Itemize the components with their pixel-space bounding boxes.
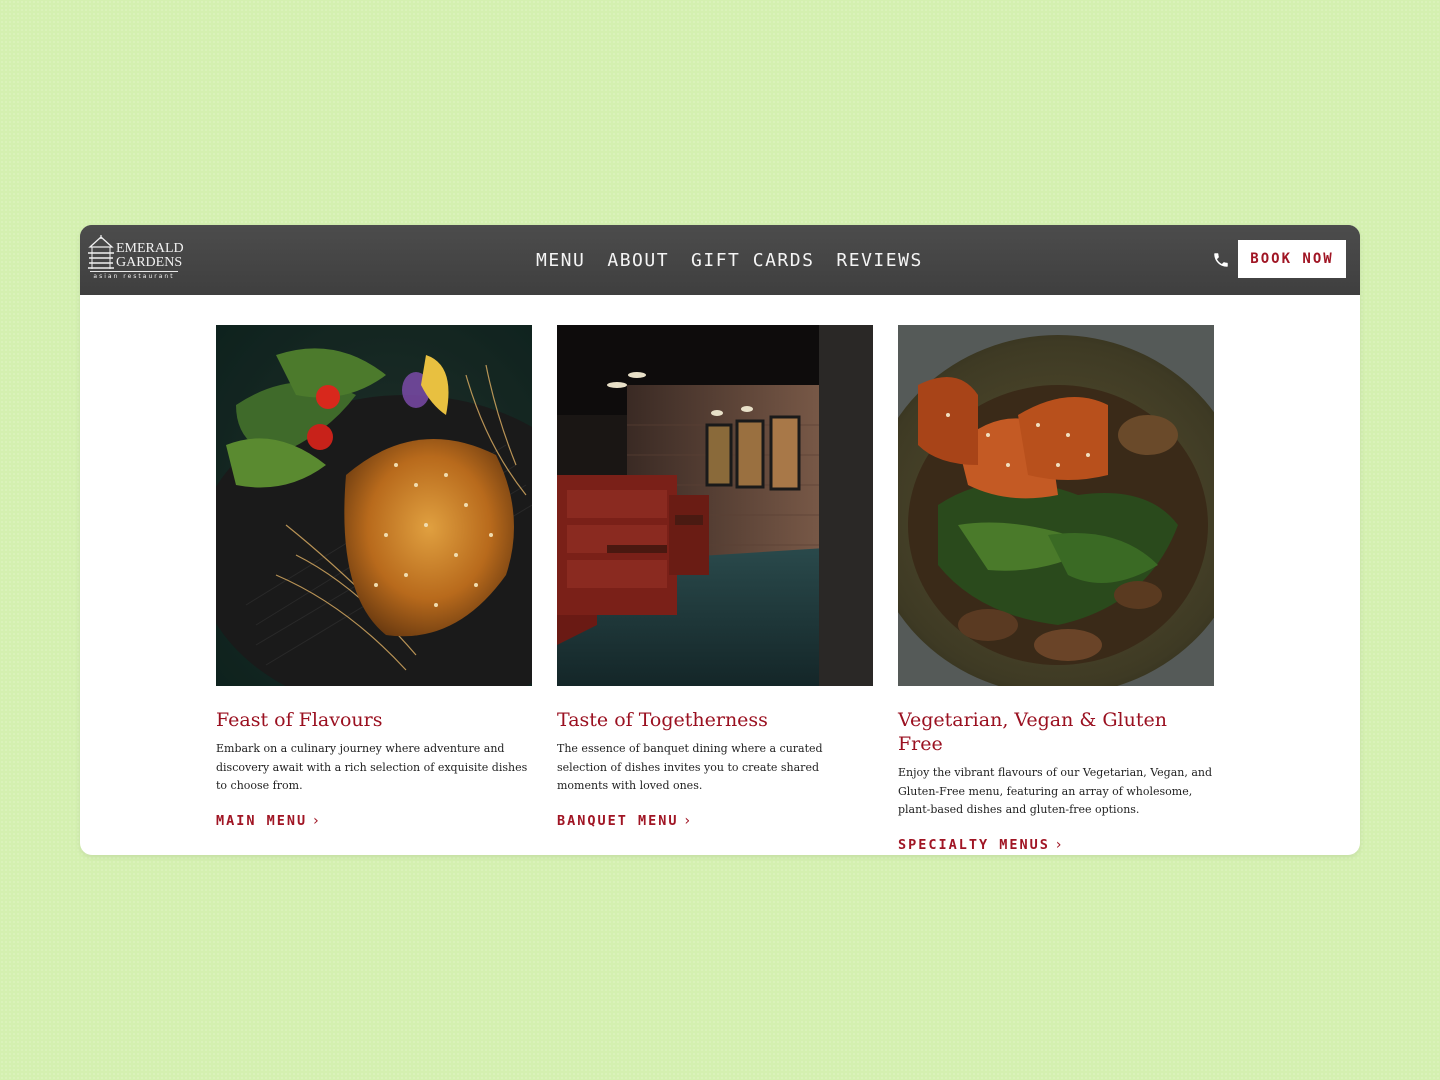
card-title: Taste of Togetherness (557, 709, 768, 731)
brand-name-line2: GARDENS (116, 255, 183, 270)
browser-window: EMERALD GARDENS asian restaurant MENU AB… (80, 225, 1360, 855)
card-image-togetherness[interactable] (557, 325, 873, 686)
food-photo (216, 325, 532, 686)
nav-reviews[interactable]: REVIEWS (836, 250, 922, 271)
pagoda-icon (88, 235, 114, 269)
book-now-button[interactable]: BOOK NOW (1238, 240, 1346, 278)
card-image-vegetarian[interactable] (898, 325, 1214, 686)
card-description: Enjoy the vibrant flavours of our Vegeta… (898, 766, 1213, 816)
top-navbar: EMERALD GARDENS asian restaurant MENU AB… (80, 225, 1360, 295)
card-title: Vegetarian, Vegan & Gluten Free (898, 709, 1167, 755)
chevron-right-icon: › (1055, 836, 1064, 853)
link-label: SPECIALTY MENUS (898, 836, 1050, 853)
chevron-right-icon: › (684, 812, 693, 829)
menu-card-banquet: Taste of Togetherness The essence of ban… (557, 325, 873, 829)
brand-logo[interactable]: EMERALD GARDENS asian restaurant (84, 235, 184, 283)
nav-menu[interactable]: MENU (536, 250, 585, 271)
nav-about[interactable]: ABOUT (607, 250, 669, 271)
chevron-right-icon: › (313, 812, 321, 829)
link-label: MAIN MENU (216, 812, 308, 829)
menu-card-main: Feast of Flavours Embark on a culinary j… (216, 325, 532, 829)
main-nav: MENU ABOUT GIFT CARDS REVIEWS (536, 245, 923, 275)
banquet-menu-link[interactable]: BANQUET MENU › (557, 813, 873, 829)
tofu-dish-photo (898, 325, 1214, 686)
card-description: Embark on a culinary journey where adven… (216, 742, 528, 792)
card-image-feast[interactable] (216, 325, 532, 686)
link-label: BANQUET MENU (557, 812, 679, 829)
card-title: Feast of Flavours (216, 709, 383, 731)
specialty-menus-link[interactable]: SPECIALTY MENUS › (898, 837, 1214, 853)
brand-tagline: asian restaurant (90, 271, 178, 280)
phone-icon[interactable] (1212, 251, 1230, 269)
menu-card-specialty: Vegetarian, Vegan & Gluten Free Enjoy th… (898, 325, 1214, 853)
nav-gift-cards[interactable]: GIFT CARDS (691, 250, 814, 271)
card-description: The essence of banquet dining where a cu… (557, 742, 823, 792)
dining-room-photo (557, 325, 873, 686)
main-menu-link[interactable]: MAIN MENU › (216, 813, 532, 829)
